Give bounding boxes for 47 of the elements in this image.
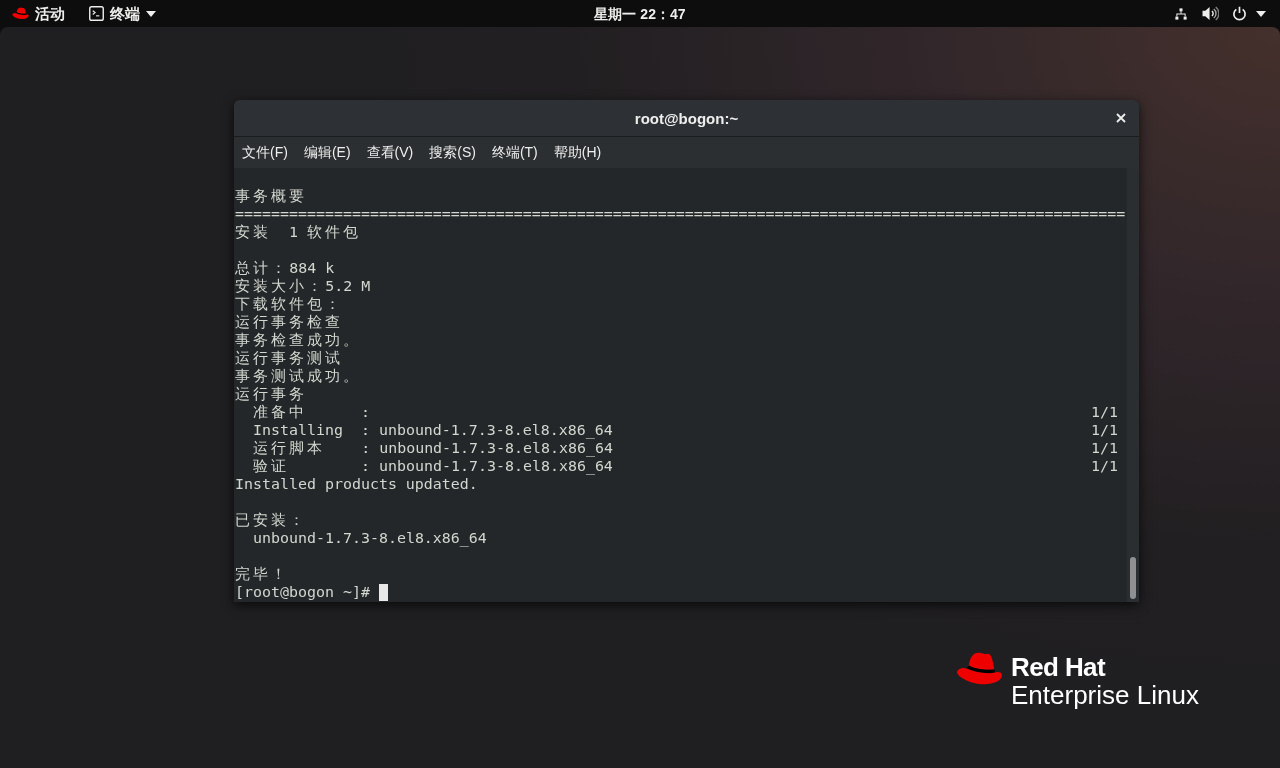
terminal-line: 完毕！ [235, 565, 290, 583]
terminal-line: 下载软件包： [235, 295, 344, 313]
terminal-line: unbound-1.7.3-8.el8.x86_64 [253, 529, 487, 547]
product-name: Enterprise Linux [1011, 681, 1199, 709]
caret-icon [1256, 10, 1266, 17]
activities-button[interactable]: 活动 [8, 1, 69, 26]
terminal-line: =================================================================================================== [235, 205, 1126, 223]
progress-count: 1/1 [1091, 403, 1118, 421]
terminal-line: 准备中 : [253, 403, 371, 421]
menu-item[interactable]: 搜索(S) [421, 139, 484, 166]
terminal-icon [89, 6, 104, 21]
terminal-line: 安装大小：5.2 M [235, 277, 371, 295]
speaker-icon [1202, 6, 1219, 21]
terminal-line: Installing : unbound-1.7.3-8.el8.x86_64 [253, 421, 613, 439]
menu-item[interactable]: 终端(T) [483, 139, 546, 166]
terminal-line: Installed products updated. [235, 475, 478, 493]
menu-item[interactable]: 查看(V) [358, 139, 422, 166]
brand-name: Red Hat [1011, 653, 1107, 681]
clock-button[interactable]: 星期一 22：47 [588, 1, 692, 26]
hat-icon [12, 7, 29, 20]
window-title: root@bogon:~ [634, 109, 739, 127]
menu-item[interactable]: 文件(F) [234, 139, 296, 166]
terminal-line: 运行事务测试 [235, 349, 344, 367]
terminal-line: 事务检查成功。 [235, 331, 362, 349]
progress-count: 1/1 [1091, 421, 1118, 439]
terminal-line: 事务概要 [235, 187, 308, 205]
app-menu-button[interactable]: 终端 [85, 1, 160, 26]
terminal-line: 验证 : unbound-1.7.3-8.el8.x86_64 [253, 457, 613, 475]
terminal-line: 总计：884 k [235, 259, 335, 277]
caret-icon [146, 10, 156, 17]
menu-item[interactable]: 帮助(H) [545, 139, 610, 166]
terminal-line: 运行事务 [235, 385, 308, 403]
hat-icon [956, 651, 1003, 687]
network-icon [1175, 7, 1187, 20]
terminal-line: 运行事务检查 [235, 313, 344, 331]
menu-item[interactable]: 编辑(E) [295, 139, 359, 166]
progress-count: 1/1 [1091, 439, 1118, 457]
terminal-line: 事务测试成功。 [235, 367, 362, 385]
terminal-line: 安装 1 软件包 [235, 223, 362, 241]
terminal-line: 已安装： [235, 511, 308, 529]
power-icon [1232, 6, 1247, 21]
close-icon [1116, 113, 1126, 123]
scrollbar-thumb[interactable] [1130, 557, 1136, 599]
shell-prompt: [root@bogon ~]# [235, 583, 370, 601]
terminal-line: 运行脚本 : unbound-1.7.3-8.el8.x86_64 [253, 439, 613, 457]
progress-count: 1/1 [1091, 457, 1118, 475]
scrollbar[interactable] [1127, 168, 1139, 602]
